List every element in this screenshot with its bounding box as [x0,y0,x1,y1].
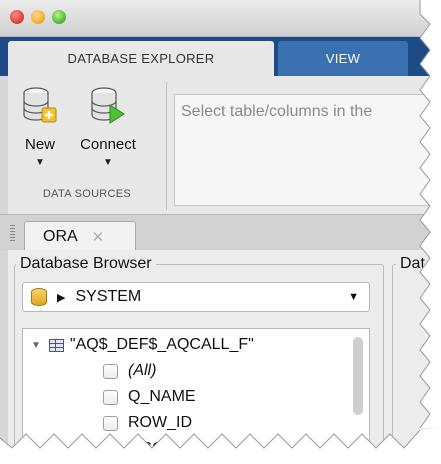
document-tab-label: ORA [43,227,78,245]
database-icon [31,288,47,306]
new-button[interactable]: New ▼ [10,82,70,168]
connect-database-icon [90,86,126,126]
tab-database-explorer[interactable]: DATABASE EXPLORER [8,41,274,76]
right-group-title: Dat [396,255,429,273]
checkbox[interactable] [103,363,118,379]
section-divider [166,82,167,210]
connect-dropdown-arrow-icon[interactable]: ▼ [78,157,138,168]
new-database-icon [22,86,58,126]
expand-arrow-icon: ▶ [57,291,66,304]
right-group [392,264,441,464]
column-item-msg[interactable]: MSG [103,437,164,461]
column-label: ROW_ID [128,414,192,431]
close-window-button[interactable] [10,10,24,24]
column-item-q-name[interactable]: Q_NAME [103,385,196,409]
app-window: DATABASE EXPLORER VIEW New ▼ Connect ▼ D… [0,0,441,464]
connect-label: Connect [80,136,136,153]
database-browser-title: Database Browser [16,255,156,273]
data-sources-section-label: DATA SOURCES [42,188,132,200]
tab-view[interactable]: VIEW [278,41,408,76]
schema-select[interactable]: ▶ SYSTEM ▼ [22,282,370,312]
column-label: MSG [128,440,165,457]
column-label: (All) [128,362,157,379]
minimize-window-button[interactable] [31,10,45,24]
new-label: New [24,136,55,153]
zoom-window-button[interactable] [52,10,66,24]
toolstrip-tabs: DATABASE EXPLORER VIEW [0,37,441,76]
table-name: "AQ$_DEF$_AQCALL_F" [69,336,254,353]
chevron-down-icon: ▼ [348,291,359,303]
query-input[interactable]: Select table/columns in the [174,94,441,206]
connect-button[interactable]: Connect ▼ [78,82,138,168]
new-dropdown-arrow-icon[interactable]: ▼ [10,157,70,168]
table-tree: ▼ "AQ$_DEF$_AQCALL_F" (All) Q_NAME ROW_I… [22,328,370,464]
main-panel: Database Browser Dat ▶ SYSTEM ▼ ▼ "AQ$_D… [8,250,441,464]
document-tab-bar: ORA ✕ [0,214,441,251]
checkbox[interactable] [103,389,118,405]
drag-grip-icon[interactable] [10,225,15,241]
tree-table-node[interactable]: ▼ "AQ$_DEF$_AQCALL_F" [31,333,254,357]
column-item-row-id[interactable]: ROW_ID [103,411,192,435]
schema-value: SYSTEM [75,288,142,305]
vertical-scrollbar[interactable] [353,337,363,415]
table-icon [48,338,64,352]
title-bar [0,0,441,37]
checkbox[interactable] [103,415,118,431]
document-tab-ora[interactable]: ORA ✕ [24,221,136,251]
collapse-arrow-icon[interactable]: ▼ [31,340,41,351]
toolstrip: New ▼ Connect ▼ DATA SOURCES Select tabl… [8,76,441,214]
column-item-all[interactable]: (All) [103,359,156,383]
close-tab-icon[interactable]: ✕ [92,228,105,246]
checkbox[interactable] [103,441,118,457]
column-label: Q_NAME [128,388,196,405]
